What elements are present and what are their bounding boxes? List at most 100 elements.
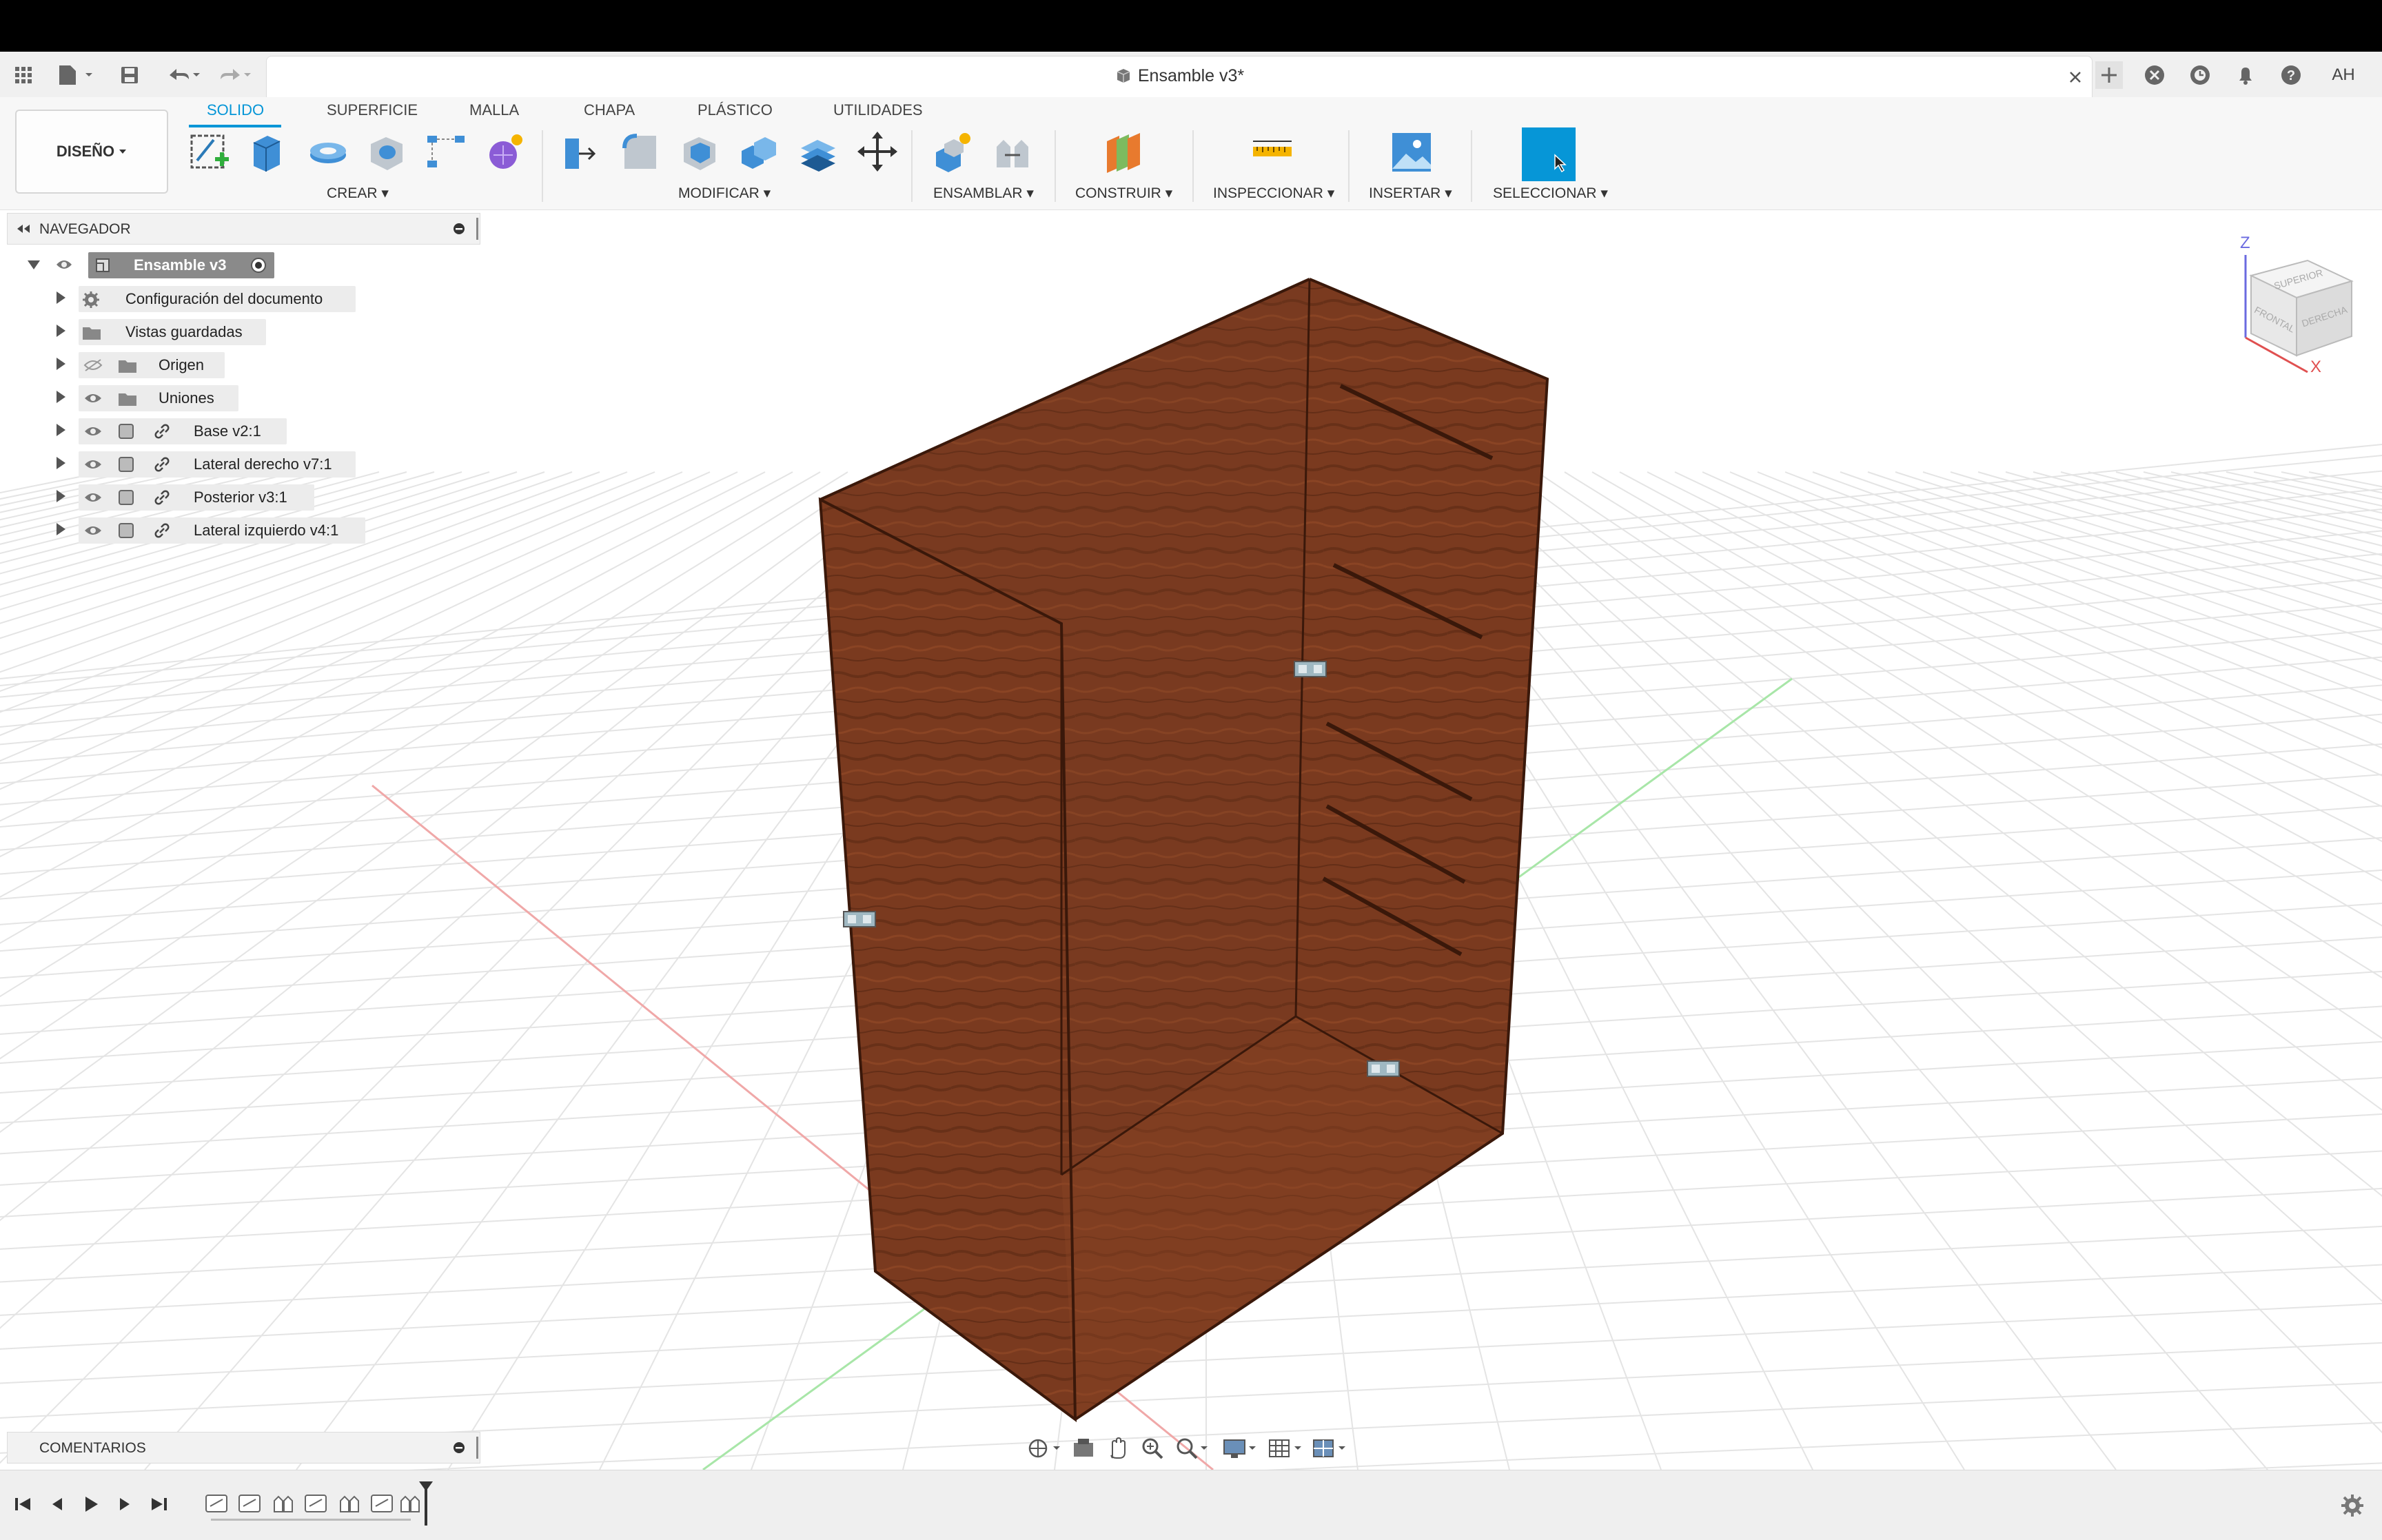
- comments-panel-header[interactable]: COMENTARIOS: [7, 1432, 480, 1464]
- timeline-joint-icon[interactable]: [204, 1491, 229, 1516]
- extrude-icon[interactable]: [243, 127, 291, 176]
- timeline-joint-icon[interactable]: [336, 1491, 361, 1516]
- panel-resize-handle[interactable]: [476, 1437, 478, 1459]
- revolve-icon[interactable]: [303, 127, 352, 176]
- fillet-icon[interactable]: [616, 127, 664, 176]
- zoom-icon[interactable]: [1139, 1435, 1166, 1462]
- tree-item-document-settings[interactable]: Configuración del documento: [52, 285, 356, 314]
- redo-icon[interactable]: [214, 61, 255, 89]
- tree-item-origen[interactable]: Origen: [52, 351, 225, 380]
- joint-marker[interactable]: [1367, 1060, 1400, 1077]
- group-modificar[interactable]: MODIFICAR ▾: [678, 185, 771, 202]
- app-grid-icon[interactable]: [10, 61, 37, 89]
- expand-arrow-icon[interactable]: [57, 325, 65, 337]
- zoom-window-icon[interactable]: [1173, 1435, 1212, 1462]
- expand-arrow-icon[interactable]: [57, 490, 65, 502]
- timeline-settings-gear-icon[interactable]: [2339, 1492, 2365, 1519]
- group-crear[interactable]: CREAR ▾: [327, 185, 389, 202]
- press-pull-icon[interactable]: [556, 127, 604, 176]
- extensions-icon[interactable]: [2141, 61, 2168, 89]
- user-avatar[interactable]: AH: [2328, 61, 2359, 89]
- select-icon[interactable]: [1522, 127, 1576, 181]
- tree-item-lateral-derecho[interactable]: Lateral derecho v7:1: [52, 450, 356, 479]
- 3d-viewport[interactable]: [0, 210, 2382, 1470]
- look-at-icon[interactable]: [1070, 1435, 1097, 1462]
- joint-marker[interactable]: [843, 911, 876, 927]
- navigator-panel-header[interactable]: NAVEGADOR: [7, 213, 480, 245]
- create-form-icon[interactable]: [480, 127, 528, 176]
- expand-arrow-icon[interactable]: [57, 523, 65, 535]
- left-side-panel[interactable]: [820, 500, 1075, 1419]
- expand-arrow-icon[interactable]: [57, 424, 65, 436]
- go-to-start-icon[interactable]: [11, 1492, 34, 1516]
- group-ensamblar[interactable]: ENSAMBLAR ▾: [933, 185, 1034, 202]
- workspace-switcher-button[interactable]: DISEÑO: [15, 110, 168, 194]
- visibility-hidden-eye-icon[interactable]: [83, 358, 103, 373]
- step-forward-icon[interactable]: [113, 1492, 136, 1516]
- joint-marker[interactable]: [1294, 661, 1327, 677]
- timeline-joint-icon[interactable]: [303, 1491, 328, 1516]
- expand-arrow-icon[interactable]: [57, 291, 65, 304]
- grid-settings-icon[interactable]: [1267, 1435, 1305, 1462]
- panel-minimize-icon[interactable]: [452, 1441, 466, 1455]
- group-seleccionar[interactable]: SELECCIONAR ▾: [1493, 185, 1608, 202]
- tab-plastico[interactable]: PLÁSTICO: [698, 101, 773, 119]
- activate-radio-icon[interactable]: [250, 256, 267, 274]
- pan-hand-icon[interactable]: [1104, 1435, 1132, 1462]
- offset-face-icon[interactable]: [794, 127, 842, 176]
- document-tab[interactable]: Ensamble v3*: [266, 56, 2093, 98]
- move-copy-icon[interactable]: [853, 127, 902, 176]
- expand-arrow-icon[interactable]: [57, 391, 65, 403]
- panel-minimize-icon[interactable]: [452, 222, 466, 236]
- timeline-joint-icon[interactable]: [270, 1491, 295, 1516]
- notifications-bell-icon[interactable]: [2232, 61, 2259, 89]
- expand-arrow-icon[interactable]: [57, 358, 65, 370]
- orbit-icon[interactable]: [1026, 1435, 1064, 1462]
- visibility-eye-icon[interactable]: [83, 490, 103, 505]
- expand-arrow-icon[interactable]: [57, 457, 65, 469]
- visibility-eye-icon[interactable]: [83, 523, 103, 538]
- visibility-eye-icon[interactable]: [83, 391, 103, 406]
- new-tab-plus-icon[interactable]: [2095, 61, 2123, 89]
- new-component-icon[interactable]: [929, 127, 977, 176]
- close-tab-icon[interactable]: [2067, 69, 2084, 85]
- tab-malla[interactable]: MALLA: [469, 101, 519, 119]
- tree-item-base[interactable]: Base v2:1: [52, 417, 287, 446]
- group-insertar[interactable]: INSERTAR ▾: [1369, 185, 1452, 202]
- timeline-joint-icon[interactable]: [397, 1491, 422, 1516]
- cabinet-model[interactable]: [818, 278, 1549, 1423]
- job-status-icon[interactable]: [2186, 61, 2214, 89]
- go-to-end-icon[interactable]: [147, 1492, 171, 1516]
- display-settings-icon[interactable]: [1221, 1435, 1260, 1462]
- create-sketch-icon[interactable]: [185, 127, 233, 176]
- visibility-eye-icon[interactable]: [55, 258, 73, 271]
- group-inspeccionar[interactable]: INSPECCIONAR ▾: [1213, 185, 1334, 202]
- tree-item-lateral-izquierdo[interactable]: Lateral izquierdo v4:1: [52, 516, 369, 545]
- save-icon[interactable]: [116, 61, 143, 89]
- help-icon[interactable]: ?: [2277, 61, 2305, 89]
- measure-icon[interactable]: [1248, 127, 1296, 176]
- timeline-joint-icon[interactable]: [369, 1491, 394, 1516]
- visibility-eye-icon[interactable]: [83, 457, 103, 472]
- tree-item-uniones[interactable]: Uniones: [52, 384, 238, 413]
- collapse-panel-icon[interactable]: [14, 223, 32, 234]
- tree-item-posterior[interactable]: Posterior v3:1: [52, 483, 314, 512]
- combine-icon[interactable]: [735, 127, 783, 176]
- undo-icon[interactable]: [163, 61, 204, 89]
- play-icon[interactable]: [79, 1492, 102, 1516]
- joint-icon[interactable]: [988, 127, 1037, 176]
- shell-icon[interactable]: [675, 127, 724, 176]
- tab-superficie[interactable]: SUPERFICIE: [327, 101, 418, 119]
- viewcube[interactable]: Z X SUPERIOR FRONTAL DERECHA: [2225, 234, 2363, 379]
- expand-arrow-icon[interactable]: [28, 260, 40, 269]
- viewports-icon[interactable]: [1311, 1435, 1350, 1462]
- tab-utilidades[interactable]: UTILIDADES: [833, 101, 923, 119]
- offset-plane-icon[interactable]: [1100, 127, 1148, 176]
- visibility-eye-icon[interactable]: [83, 424, 103, 439]
- panel-resize-handle[interactable]: [476, 218, 478, 240]
- timeline-marker[interactable]: [419, 1481, 433, 1526]
- hole-icon[interactable]: [363, 127, 411, 176]
- tree-root-ensamble[interactable]: Ensamble v3: [28, 251, 303, 280]
- group-construir[interactable]: CONSTRUIR ▾: [1075, 185, 1172, 202]
- tab-chapa[interactable]: CHAPA: [584, 101, 635, 119]
